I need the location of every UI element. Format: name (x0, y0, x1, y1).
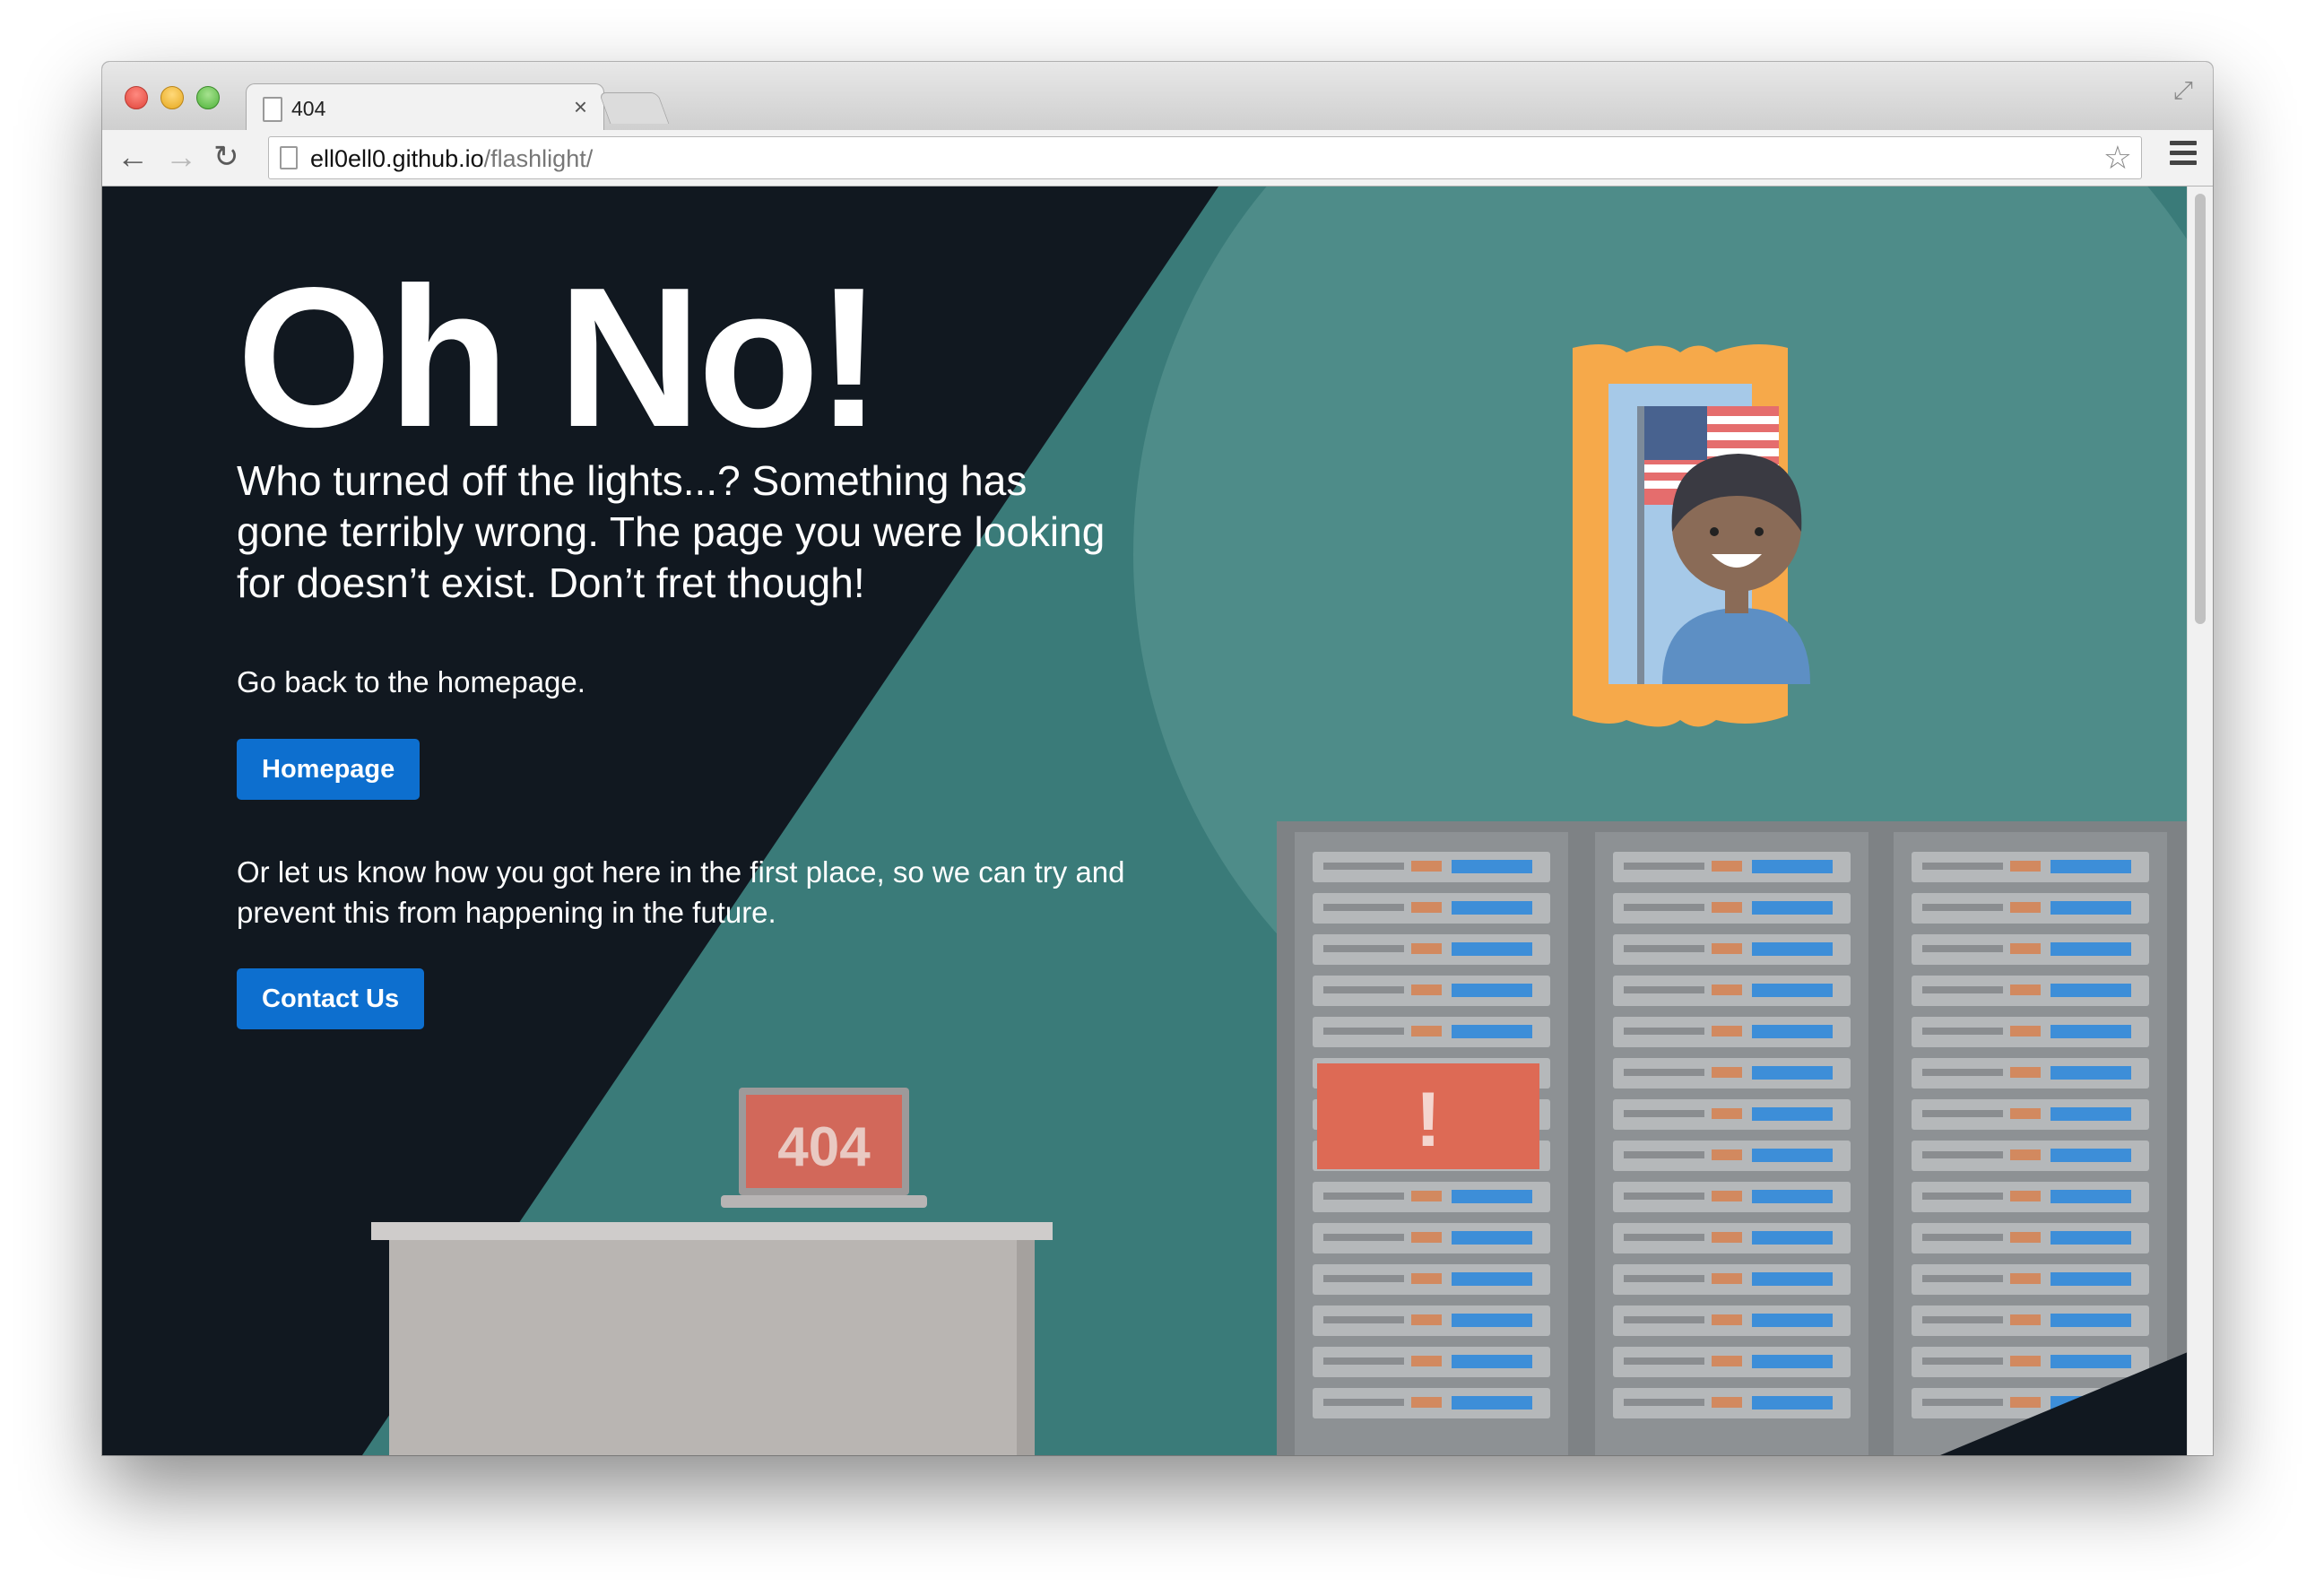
scrollbar-thumb[interactable] (2195, 194, 2206, 624)
url-host: ell0ell0.github.io (310, 145, 484, 172)
page-viewport: ! 404 Oh No! Who turned off the lights..… (102, 186, 2188, 1455)
close-window-button[interactable] (125, 86, 148, 109)
reload-icon[interactable]: ↻ (213, 139, 239, 175)
tab-bar: 404 × ⤢ (102, 62, 2213, 133)
contact-prompt: Or let us know how you got here in the f… (237, 855, 1125, 929)
tab-title: 404 (291, 97, 326, 120)
tab-404[interactable]: 404 × (246, 83, 604, 133)
browser-window: 404 × ⤢ ← → ↻ ell0ell0.github.io/flashli… (102, 62, 2213, 1455)
homepage-button[interactable]: Homepage (237, 739, 421, 800)
alert-exclamation-icon: ! (1416, 1077, 1442, 1163)
bookmark-star-icon[interactable]: ☆ (2103, 139, 2132, 177)
forward-arrow-icon[interactable]: → (165, 139, 197, 175)
server-racks: ! (1277, 821, 2188, 1455)
document-icon (263, 97, 282, 122)
page-icon (280, 146, 298, 169)
back-arrow-icon[interactable]: ← (117, 139, 149, 175)
laptop-404-text: 404 (777, 1116, 871, 1178)
browser-toolbar: ← → ↻ ell0ell0.github.io/flashlight/ ☆ (102, 130, 2213, 186)
contact-us-button[interactable]: Contact Us (237, 968, 425, 1029)
lead-paragraph: Who turned off the lights...? Something … (237, 457, 1105, 606)
minimize-window-button[interactable] (160, 86, 184, 109)
new-tab-button[interactable] (598, 92, 670, 124)
page-title: Oh No! (237, 247, 882, 469)
hamburger-menu-icon[interactable] (2170, 141, 2197, 170)
framed-portrait (1573, 344, 1810, 727)
url-path: /flashlight/ (483, 145, 594, 172)
fullscreen-icon[interactable]: ⤢ (2173, 76, 2193, 106)
address-bar[interactable]: ell0ell0.github.io/flashlight/ ☆ (268, 136, 2142, 179)
vertical-scrollbar[interactable] (2187, 186, 2213, 1455)
homepage-prompt: Go back to the homepage. (237, 665, 585, 698)
zoom-window-button[interactable] (196, 86, 220, 109)
close-tab-icon[interactable]: × (574, 93, 587, 121)
url-text: ell0ell0.github.io/flashlight/ (310, 145, 593, 173)
